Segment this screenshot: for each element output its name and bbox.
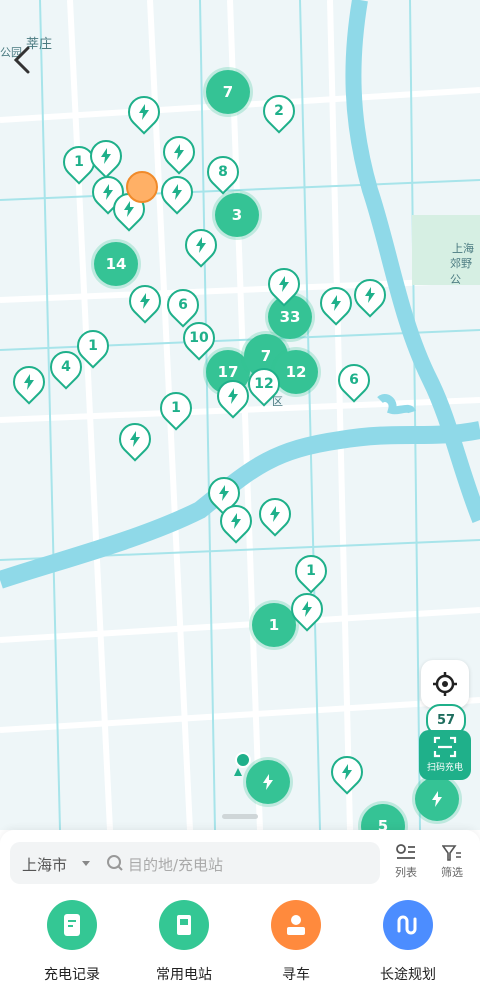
bolt-icon bbox=[279, 276, 289, 292]
station-cluster[interactable]: 1 bbox=[252, 603, 296, 647]
bolt-icon bbox=[140, 293, 150, 309]
bolt-icon bbox=[270, 506, 280, 522]
bolt-icon bbox=[228, 388, 238, 404]
bolt-icon bbox=[231, 513, 241, 529]
charger-cluster[interactable] bbox=[415, 777, 459, 821]
sheet-handle[interactable] bbox=[222, 814, 258, 819]
bolt-icon bbox=[331, 295, 341, 311]
bolt-icon bbox=[130, 431, 140, 447]
bolt-icon bbox=[103, 184, 113, 200]
store-icon[interactable] bbox=[126, 171, 158, 203]
search-input[interactable]: 目的地/充电站 bbox=[128, 854, 223, 875]
record-icon bbox=[47, 900, 97, 950]
bolt-icon bbox=[172, 184, 182, 200]
my-location-icon bbox=[234, 752, 251, 776]
bolt-icon bbox=[24, 374, 34, 390]
route-icon bbox=[383, 900, 433, 950]
find-car-button[interactable]: 寻车 bbox=[246, 900, 346, 984]
city-selector[interactable]: 上海市 bbox=[22, 854, 67, 875]
long-trip-planning-button[interactable]: 长途规划 bbox=[358, 900, 458, 984]
place-label-shanghai: 上海 bbox=[452, 242, 474, 255]
bolt-icon bbox=[174, 144, 184, 160]
list-button[interactable]: 列表 bbox=[386, 844, 426, 880]
feature-bar: 充电记录 常用电站 寻车 长途规划 bbox=[0, 900, 480, 990]
scan-charge-button[interactable]: 扫码充电 bbox=[419, 730, 471, 780]
station-cluster[interactable]: 12 bbox=[274, 350, 318, 394]
bolt-icon bbox=[139, 104, 149, 120]
scan-charge-label: 扫码充电 bbox=[426, 763, 463, 773]
bolt-icon bbox=[365, 287, 375, 303]
filter-button[interactable]: 筛选 bbox=[432, 844, 472, 880]
bolt-icon bbox=[101, 148, 111, 164]
bolt-icon bbox=[302, 601, 312, 617]
station-cluster[interactable]: 14 bbox=[94, 242, 138, 286]
station-cluster[interactable]: 33 bbox=[268, 295, 312, 339]
scan-icon bbox=[433, 736, 457, 758]
search-icon bbox=[107, 855, 123, 871]
bolt-icon bbox=[263, 774, 273, 790]
map-view[interactable]: 莘庄 公园 上海 郊野公 区 7 3 14 33 17 7 12 1 5 2 1… bbox=[0, 0, 480, 830]
list-icon bbox=[396, 844, 415, 859]
locate-icon bbox=[433, 672, 457, 696]
bolt-icon bbox=[432, 791, 442, 807]
bolt-icon bbox=[124, 201, 134, 217]
bolt-icon bbox=[219, 485, 229, 501]
bottom-sheet: 上海市 目的地/充电站 列表 筛选 充电记录 常用电站 寻车 长途规划 bbox=[0, 814, 480, 991]
bolt-icon bbox=[342, 764, 352, 780]
station-icon bbox=[159, 900, 209, 950]
charger-cluster[interactable] bbox=[246, 760, 290, 804]
locate-button[interactable] bbox=[421, 660, 469, 708]
station-cluster[interactable]: 7 bbox=[206, 70, 250, 114]
favorite-stations-button[interactable]: 常用电站 bbox=[134, 900, 234, 984]
station-cluster[interactable]: 3 bbox=[215, 193, 259, 237]
chevron-down-icon bbox=[82, 861, 90, 866]
search-bar[interactable]: 上海市 目的地/充电站 bbox=[10, 842, 380, 884]
bolt-icon bbox=[196, 237, 206, 253]
car-icon bbox=[271, 900, 321, 950]
filter-icon bbox=[442, 845, 461, 861]
place-label-country-park: 郊野公 bbox=[450, 257, 472, 286]
back-arrow-icon[interactable] bbox=[10, 44, 36, 76]
charge-records-button[interactable]: 充电记录 bbox=[22, 900, 122, 984]
